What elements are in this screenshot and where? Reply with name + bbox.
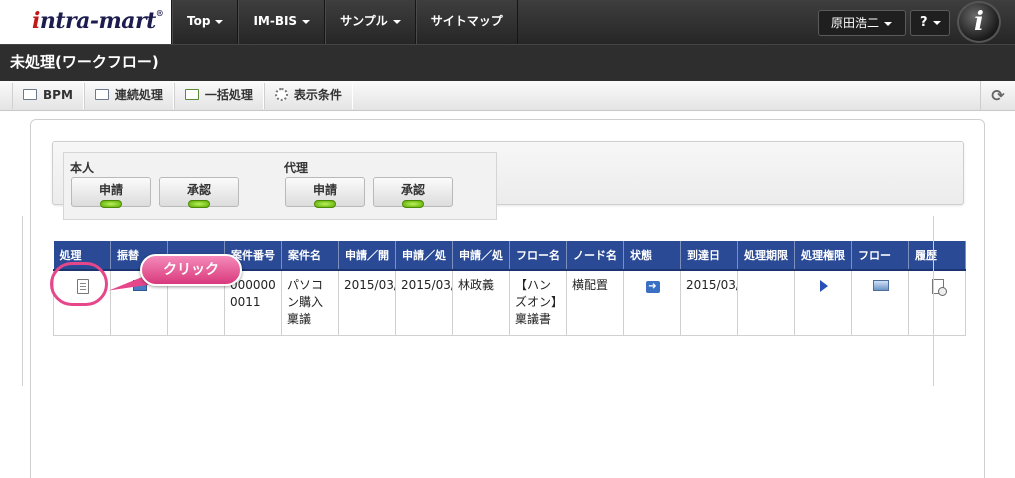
gear-icon (274, 88, 288, 101)
title-bar: 未処理(ワークフロー) (0, 44, 1015, 81)
chevron-down-icon (392, 19, 401, 24)
status-led-icon (188, 200, 210, 208)
checklist-icon (184, 89, 199, 100)
info-logo-icon[interactable]: i (957, 1, 1001, 43)
user-menu-button[interactable]: 原田浩二 (818, 10, 906, 36)
help-menu-button[interactable]: ? (910, 10, 950, 36)
click-callout: クリック (140, 254, 242, 286)
toolbar-display-conditions-button[interactable]: 表示条件 (263, 83, 353, 109)
proxy-apply-button[interactable]: 申請 (285, 177, 365, 208)
self-apply-button[interactable]: 申請 (71, 177, 151, 208)
chevron-down-icon (884, 21, 893, 26)
task-count-box: 本人 代理 申請 承認 申請 承認 (63, 152, 497, 220)
toolbar-continuous-button[interactable]: 連続処理 (83, 83, 174, 109)
chevron-down-icon (302, 19, 311, 24)
logo-text: intra-mart® (32, 8, 164, 34)
table-empty-area (22, 216, 934, 386)
click-highlight-ring (50, 262, 108, 306)
refresh-icon[interactable]: ⟳ (980, 81, 1015, 111)
toolbar-batch-button[interactable]: 一括処理 (173, 83, 264, 109)
window-icon (94, 89, 109, 100)
toolbar: BPM 連続処理 一括処理 表示条件 ⟳ (0, 81, 1015, 111)
chevron-down-icon (932, 20, 941, 25)
self-approve-button[interactable]: 承認 (159, 177, 239, 208)
page-title: 未処理(ワークフロー) (10, 53, 159, 71)
bpm-icon (23, 89, 37, 100)
main-nav: Top IM-BIS サンプル サイトマップ (172, 0, 518, 44)
chevron-down-icon (215, 19, 224, 24)
status-led-icon (100, 200, 122, 208)
nav-sitemap[interactable]: サイトマップ (415, 0, 518, 44)
toolbar-bpm-button[interactable]: BPM (12, 83, 84, 109)
nav-im-bis[interactable]: IM-BIS (238, 0, 326, 44)
proxy-group-label: 代理 (284, 161, 309, 175)
task-count-panel: 本人 代理 申請 承認 申請 承認 (52, 141, 964, 220)
self-group-label: 本人 (70, 161, 95, 175)
proxy-approve-button[interactable]: 承認 (373, 177, 453, 208)
top-navbar: intra-mart® Top IM-BIS サンプル サイトマップ 原田浩二 … (0, 0, 1015, 44)
status-led-icon (314, 200, 336, 208)
nav-sample[interactable]: サンプル (325, 0, 416, 44)
status-led-icon (402, 200, 424, 208)
nav-top[interactable]: Top (172, 0, 239, 44)
intra-mart-logo[interactable]: intra-mart® (0, 0, 172, 44)
